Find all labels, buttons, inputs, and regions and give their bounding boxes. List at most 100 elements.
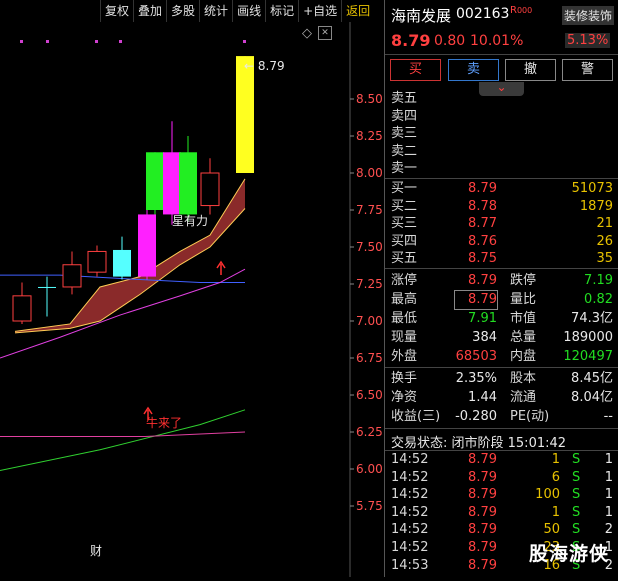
candle-body [62,264,82,288]
stock-code: 002163 [456,6,510,22]
tick-volume: 100 [535,487,560,503]
price-tick-label: 7.50 [356,240,383,254]
stat-label: 换手 [391,371,418,386]
ma-line-pink [0,431,246,437]
last-price: 8.79 [391,31,431,50]
sector-button[interactable]: 装修装饰 [562,6,615,25]
stat-value: 7.19 [584,273,613,288]
tick-price: 8.79 [468,557,497,573]
tick-count: 1 [604,469,613,485]
alert-button[interactable]: 警 [562,59,613,81]
kline-chart-area[interactable]: 8.50 8.25 8.00 7.75 7.50 7.25 7.00 6.75 6.50 6.25… [0,0,384,577]
diamond-icon[interactable]: ◇ [302,26,312,41]
tick-side: S [572,522,581,538]
tick-time: 14:52 [391,469,429,485]
toolbar-item[interactable]: 标记 [265,0,298,22]
stat-row: 涨停 8.79 跌停 7.19 [385,272,618,290]
stat-value: 8.45亿 [571,371,613,386]
tick-row[interactable]: 14:52 8.79 50 S 2 [385,521,618,539]
stat-label: 总量 [510,330,537,345]
toolbar-item[interactable]: 统计 [199,0,232,22]
candle-body [236,56,254,173]
tick-volume: 1 [551,504,560,520]
tick-count: 1 [604,452,613,467]
tick-side: S [572,504,581,520]
stat-label: 流通 [510,390,537,405]
close-icon[interactable]: ✕ [318,26,332,40]
stock-tag: R000 [510,5,533,16]
stat-value: 1.44 [468,390,497,405]
tick-row[interactable]: 14:52 8.79 6 S 1 [385,469,618,487]
stat-row: 外盘 68503 内盘 120497 [385,348,618,366]
buy-button[interactable]: 买 [390,59,441,81]
toolbar-item[interactable]: 复权 [100,0,133,22]
buy-level-volume: 1879 [579,198,613,214]
tick-time: 14:53 [391,557,429,573]
tick-volume: 6 [551,469,560,485]
buy-level-row[interactable]: 买五 8.75 35 [385,250,618,268]
sell-button[interactable]: 卖 [448,59,499,81]
buy-level-row[interactable]: 买四 8.76 26 [385,233,618,251]
tick-side: S [572,487,581,503]
stat-value: 8.79 [468,273,497,288]
stat-label: 跌停 [510,273,537,288]
tick-price: 8.79 [468,452,497,467]
chart-toolbar: 复权 叠加 多股 统计 画线 标记 +自选 返回 [100,0,374,22]
tick-volume: 50 [543,522,560,538]
price-tick-label: 7.25 [356,277,383,291]
stat-value: 384 [472,330,497,345]
toolbar-item[interactable]: 叠加 [133,0,166,22]
sell-level-label: 卖五 [391,91,418,106]
up-arrow-icon [216,260,226,275]
stat-value: 120497 [563,349,613,364]
candle-body [146,152,164,210]
buy-level-volume: 51073 [571,181,613,196]
fundamental-row: 换手 2.35% 股本 8.45亿 [385,370,618,388]
sell-level-label: 卖二 [391,143,418,159]
sell-level-row[interactable]: 卖二 [385,143,618,161]
stat-value: 8.04亿 [571,390,613,405]
candle-body [12,295,32,322]
toolbar-item[interactable]: +自选 [298,0,341,22]
sell-level-row[interactable]: 卖四 [385,108,618,126]
tick-row[interactable]: 14:52 8.79 1 S 1 [385,504,618,522]
sector-change-pct: 5.13% [565,33,611,48]
stat-value: 74.3亿 [571,311,613,326]
tick-row[interactable]: 14:52 8.79 1 S 1 [385,451,618,469]
signal-dots [20,40,246,43]
finance-badge[interactable]: 财 [90,542,102,559]
buy-level-price: 8.76 [468,233,497,249]
toolbar-item[interactable]: 返回 [341,0,374,22]
tick-side: S [572,469,581,485]
price-tick-label: 8.25 [356,129,383,143]
candle-body [38,286,56,288]
tick-price: 8.79 [468,522,497,538]
stat-row: 最高 8.79 量比 0.82 [385,290,618,310]
toolbar-item[interactable]: 多股 [166,0,199,22]
stat-value: 8.79 [454,290,498,310]
price-tick-label: 7.75 [356,203,383,217]
price-tick-label: 6.75 [356,351,383,365]
price-tick-label: 5.75 [356,499,383,513]
stat-value: -0.280 [455,409,497,424]
annotation-strong: 星有力 [172,214,209,228]
stat-label: 市值 [510,311,537,326]
stat-label: 收益(三) [391,409,441,424]
sell-level-row[interactable]: 卖五 [385,90,618,108]
cancel-order-button[interactable]: 撤 [505,59,556,81]
buy-level-volume: 21 [596,216,613,231]
kline-chart[interactable]: 8.50 8.25 8.00 7.75 7.50 7.25 7.00 6.75 6.50 6.25… [0,0,384,577]
buy-level-row[interactable]: 买一 8.79 51073 [385,180,618,198]
fundamental-row: 收益(三) -0.280 PE(动) -- [385,408,618,426]
buy-level-row[interactable]: 买二 8.78 1879 [385,198,618,216]
buy-level-label: 买一 [391,181,418,196]
tick-price: 8.79 [468,487,497,503]
buy-level-label: 买四 [391,233,418,249]
buy-level-row[interactable]: 买三 8.77 21 [385,215,618,233]
tick-time: 14:52 [391,540,429,555]
tick-row[interactable]: 14:52 8.79 100 S 1 [385,486,618,504]
sell-level-row[interactable]: 卖一 [385,160,618,178]
candle-body [200,172,220,207]
toolbar-item[interactable]: 画线 [232,0,265,22]
sell-level-row[interactable]: 卖三 [385,125,618,143]
